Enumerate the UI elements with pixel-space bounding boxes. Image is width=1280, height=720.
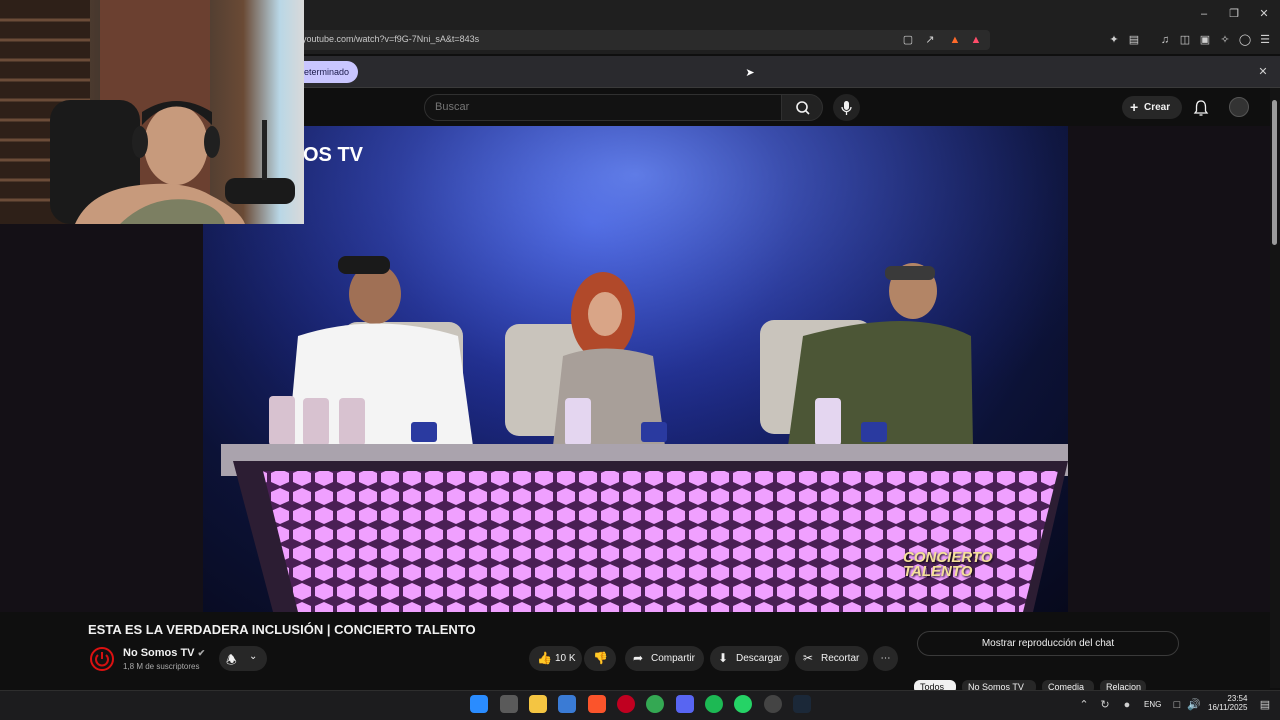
app-icon[interactable] (764, 695, 782, 713)
dislike-button[interactable]: 👎 (584, 646, 616, 671)
extensions-icon[interactable]: ✦ (1107, 33, 1121, 47)
mouse-cursor-icon: ➤ (745, 67, 755, 79)
verified-icon: ✔ (197, 648, 206, 658)
tray-overflow-icon[interactable]: ⌃ (1077, 698, 1091, 712)
scrollbar-thumb[interactable] (1272, 100, 1277, 245)
create-label: Crear (1144, 102, 1171, 113)
clip-button[interactable]: ✂ Recortar (795, 646, 868, 671)
clock-time: 23:54 (1227, 694, 1248, 703)
thumbs-down-icon: 👎 (593, 651, 608, 665)
show-chat-replay-button[interactable]: Mostrar reproducción del chat (917, 631, 1179, 656)
volume-icon[interactable]: 🔊 (1187, 698, 1201, 712)
voice-search-button[interactable] (833, 94, 860, 121)
wallet-icon[interactable]: ▣ (1198, 33, 1212, 47)
channel-name[interactable]: No Somos TV ✔ (123, 647, 205, 659)
clock-date: 16/11/2025 (1208, 703, 1248, 712)
network-icon[interactable]: □ (1170, 698, 1184, 712)
chevron-down-icon: ⌄ (249, 651, 258, 662)
download-icon: ⬇ (718, 651, 729, 665)
clip-label: Recortar (821, 653, 860, 664)
bell-outline-icon: 🕭 (226, 653, 237, 667)
video-title: ESTA ES LA VERDADERA INCLUSIÓN | CONCIER… (88, 622, 476, 637)
microphone-tray-icon[interactable]: ● (1120, 698, 1134, 712)
channel-avatar[interactable] (90, 647, 114, 671)
start-icon[interactable] (470, 695, 488, 713)
media-icon[interactable]: ♫ (1158, 33, 1172, 47)
like-count: 10 K (555, 653, 576, 664)
spotify-icon[interactable] (705, 695, 723, 713)
share-page-icon[interactable]: ↗ (923, 33, 937, 47)
share-arrow-icon: ➦ (633, 651, 644, 665)
discord-icon[interactable] (676, 695, 694, 713)
menu-icon[interactable]: ☰ (1258, 33, 1272, 47)
search-box[interactable] (424, 94, 782, 121)
thumbs-up-icon: 👍 (537, 651, 552, 665)
language-indicator[interactable]: ENG (1144, 700, 1161, 709)
vpn-icon[interactable]: ◯ (1238, 33, 1252, 47)
streamer-webcam (0, 0, 295, 224)
scissors-icon: ✂ (803, 651, 814, 665)
brave-rewards-icon[interactable]: ▲ (969, 33, 983, 47)
download-label: Descargar (736, 653, 783, 664)
cast-icon[interactable]: ▢ (901, 33, 915, 47)
leo-ai-icon[interactable]: ✧ (1218, 33, 1232, 47)
create-button[interactable]: + Crear (1122, 96, 1182, 119)
notification-center-icon[interactable]: ▤ (1258, 698, 1272, 712)
whatsapp-icon[interactable] (734, 695, 752, 713)
store-icon[interactable] (558, 695, 576, 713)
share-label: Compartir (651, 653, 695, 664)
plus-icon: + (1130, 99, 1139, 115)
steam-icon[interactable] (793, 695, 811, 713)
download-button[interactable]: ⬇ Descargar (710, 646, 789, 671)
notifications-button[interactable] (1192, 99, 1210, 117)
brave-browser-icon[interactable] (588, 695, 606, 713)
close-infobar-icon[interactable]: ✕ (1256, 65, 1270, 79)
video-player[interactable]: OS TV CONCIERTO TALENTO (203, 126, 1068, 612)
sync-icon[interactable]: ↻ (1098, 698, 1112, 712)
chrome-icon[interactable] (646, 695, 664, 713)
search-button[interactable] (781, 94, 823, 121)
more-icon: ⋯ (880, 653, 891, 664)
account-avatar[interactable] (1229, 97, 1249, 117)
search-icon (796, 101, 810, 115)
system-clock[interactable]: 23:54 16/11/2025 (1208, 694, 1247, 712)
task-view-icon[interactable] (500, 695, 518, 713)
close-window-icon[interactable]: ✕ (1257, 7, 1271, 21)
maximize-icon[interactable]: ❐ (1227, 7, 1241, 21)
video-frame (203, 126, 1068, 612)
search-input[interactable] (435, 101, 765, 113)
show-logo: CONCIERTO TALENTO (903, 549, 993, 580)
channel-watermark: OS TV (303, 144, 364, 166)
subscription-bell-button[interactable]: 🕭 ⌄ (219, 646, 267, 671)
share-button[interactable]: ➦ Compartir (625, 646, 704, 671)
sidebar-icon[interactable]: ◫ (1178, 33, 1192, 47)
like-button[interactable]: 👍 10 K (529, 646, 582, 671)
minimize-icon[interactable]: – (1197, 7, 1211, 21)
power-logo-icon (95, 652, 109, 667)
reader-icon[interactable]: ▤ (1127, 33, 1141, 47)
brave-shield-icon[interactable]: ▲ (948, 33, 962, 47)
opera-gx-icon[interactable] (617, 695, 635, 713)
webcam-overlay (0, 0, 304, 224)
subscriber-count: 1,8 M de suscriptores (123, 662, 200, 671)
file-explorer-icon[interactable] (529, 695, 547, 713)
channel-name-text[interactable]: No Somos TV (123, 647, 195, 659)
more-actions-button[interactable]: ⋯ (873, 646, 898, 671)
mic-icon (841, 101, 852, 115)
bell-icon (1193, 100, 1209, 116)
address-url[interactable]: youtube.com/watch?v=f9G-7Nni_sA&t=843s (302, 34, 479, 44)
